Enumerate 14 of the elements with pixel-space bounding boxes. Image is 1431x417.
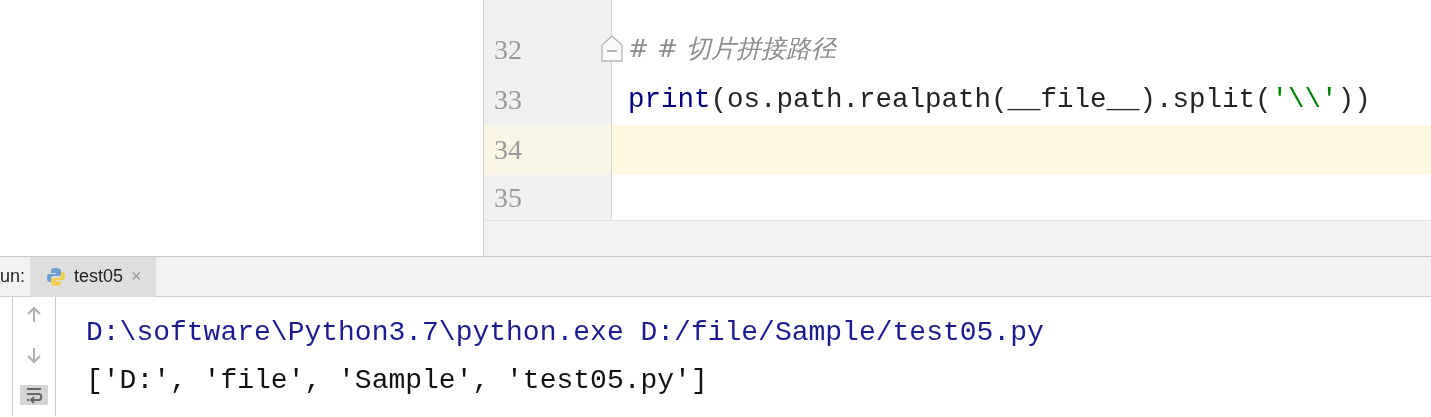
line-number: 35 xyxy=(494,180,522,215)
line-number: 34 xyxy=(494,133,522,167)
code-line: print(os.path.realpath(__file__).split('\\')) xyxy=(628,83,1371,118)
line-number: 32 xyxy=(494,33,522,67)
python-icon xyxy=(46,266,66,287)
console-line: D:\software\Python3.7\python.exe D:/file/Sample/test05.py xyxy=(86,316,1045,350)
console-line: ['D:', 'file', 'Sample', 'test05.py'] xyxy=(86,364,709,398)
soft-wrap-button[interactable] xyxy=(20,385,48,405)
fold-icon[interactable] xyxy=(600,35,624,62)
horizontal-scrollbar[interactable] xyxy=(484,220,1431,256)
run-tab[interactable]: test05 × xyxy=(30,256,156,297)
code-line: # # 切片拼接路径 xyxy=(628,33,836,66)
line-number: 33 xyxy=(494,83,522,117)
run-label: un: xyxy=(0,265,27,288)
